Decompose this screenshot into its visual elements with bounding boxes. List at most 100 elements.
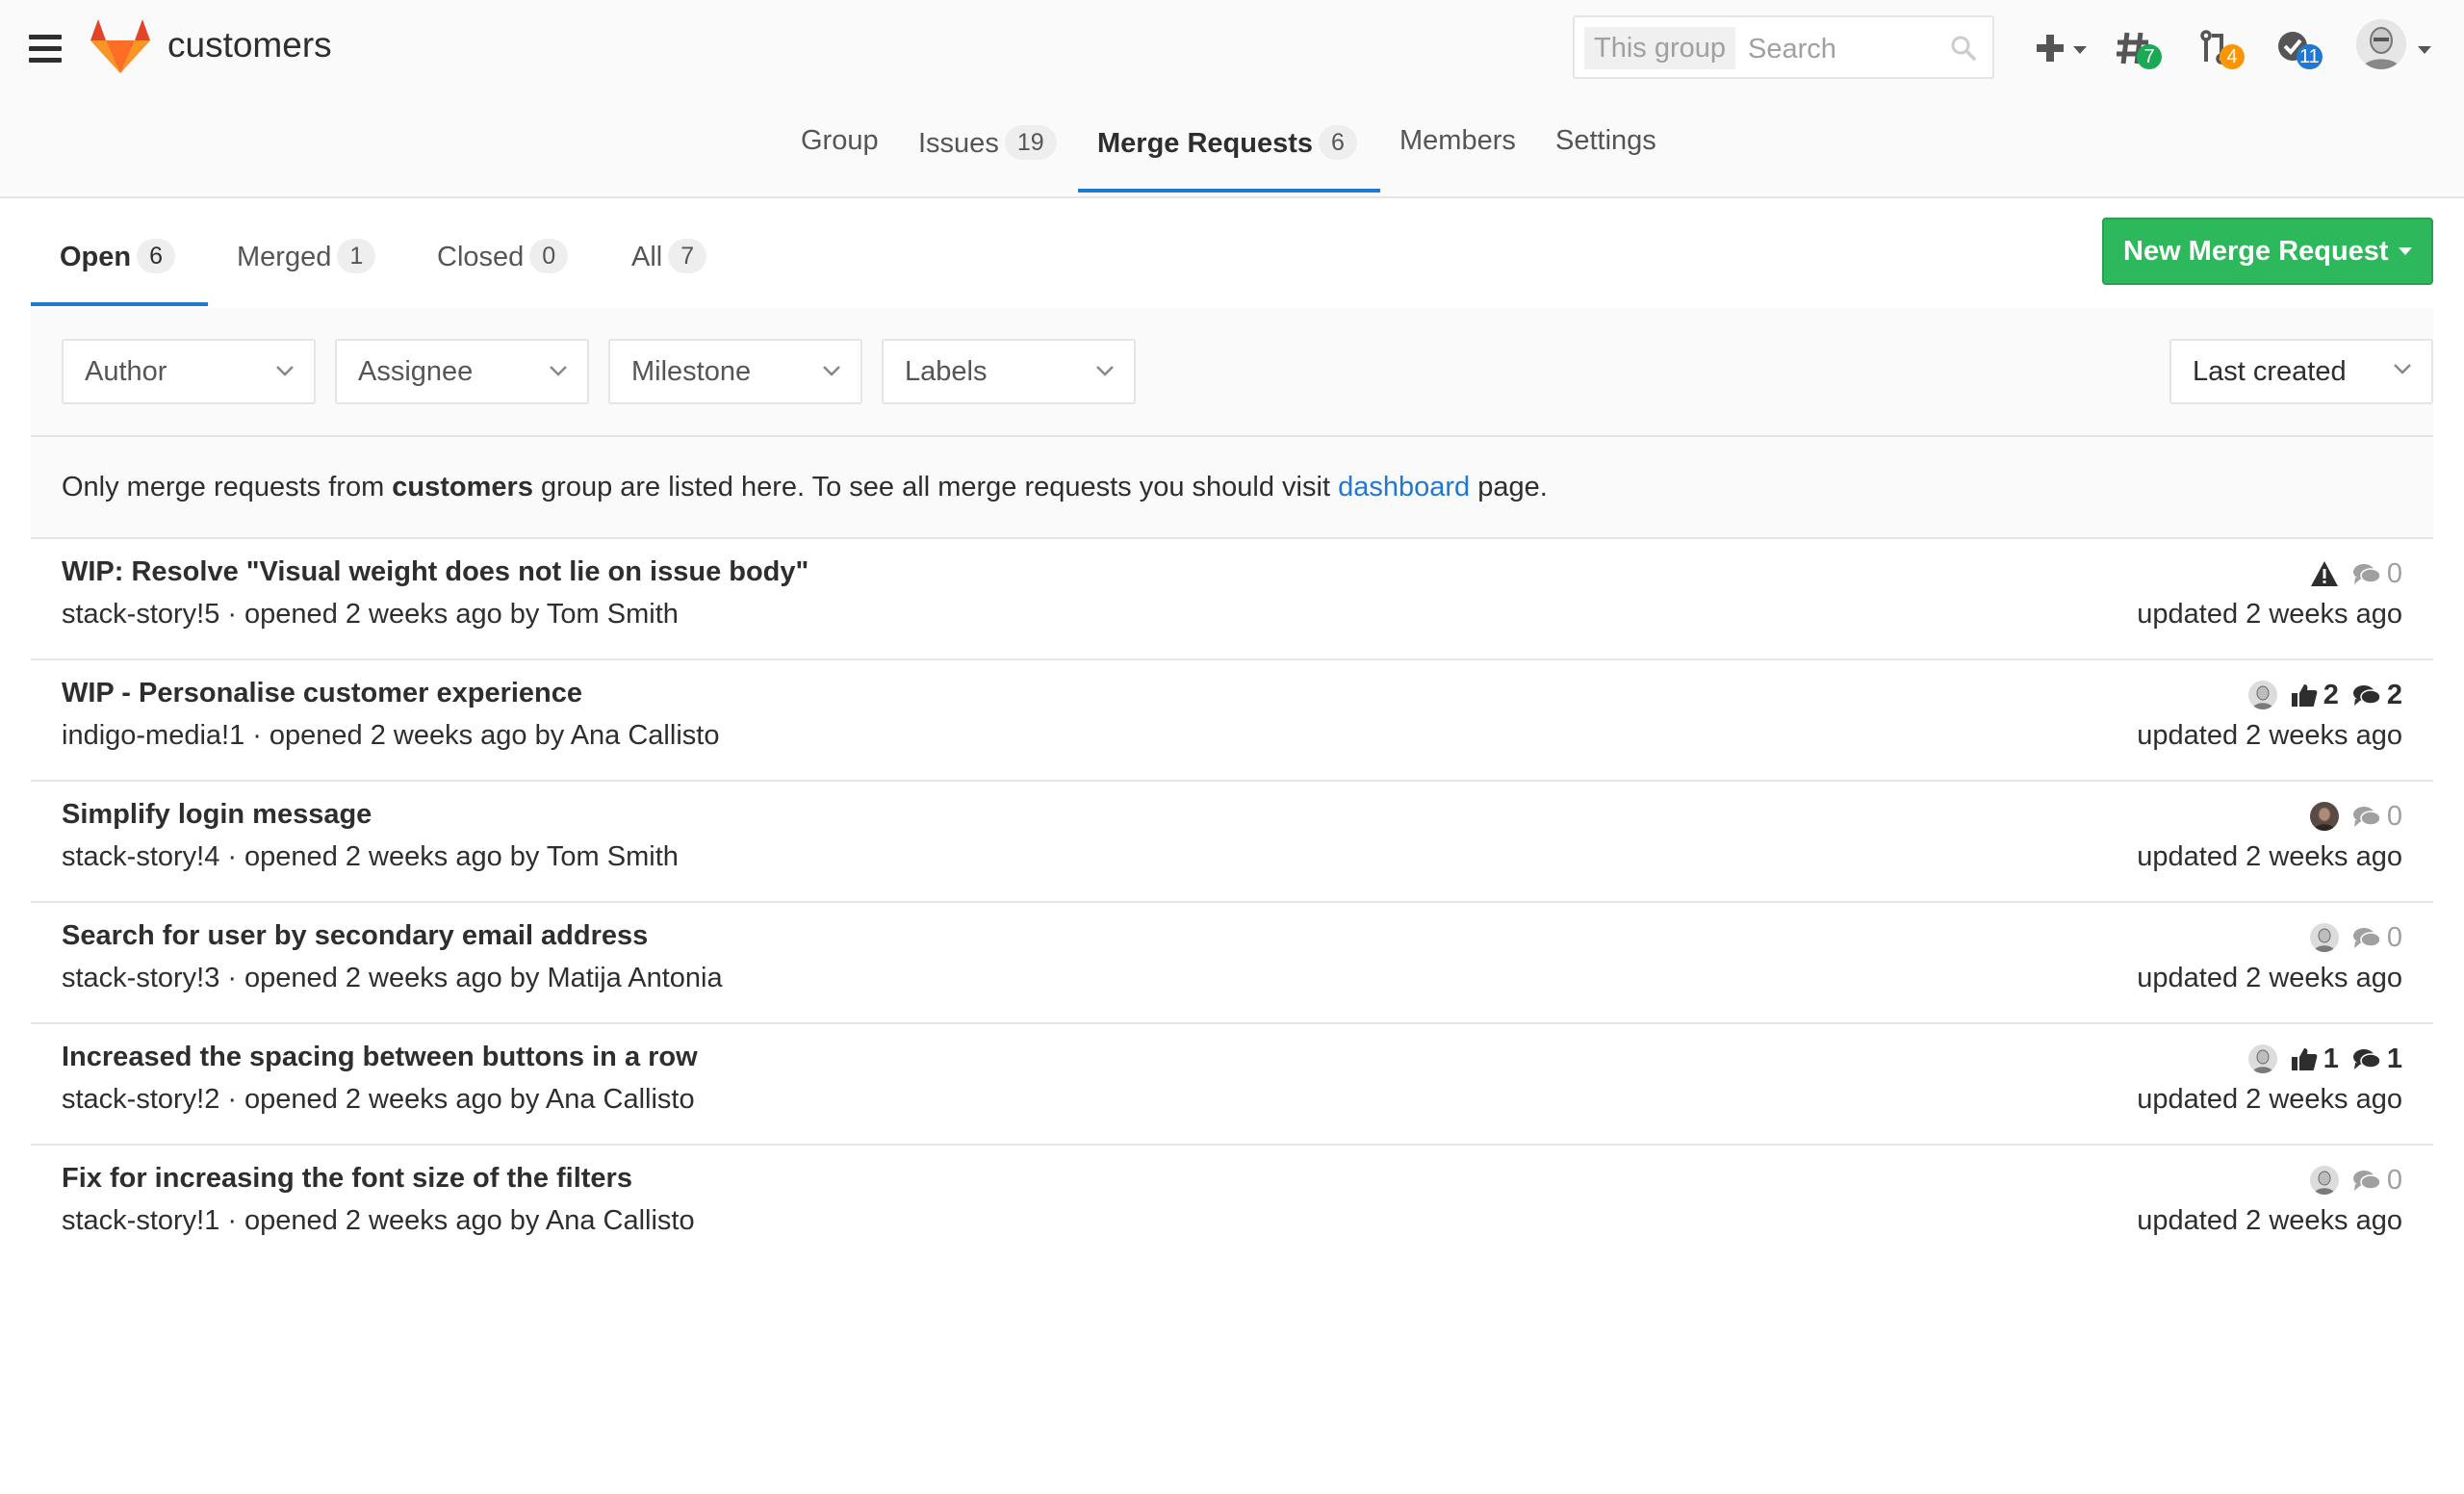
upvotes[interactable]: 1 <box>2291 1043 2339 1075</box>
todos-shortcut[interactable]: 11 <box>2275 23 2333 71</box>
merge-request-updated: updated 2 weeks ago <box>2137 720 2402 751</box>
milestone-filter-dropdown[interactable]: Milestone <box>608 339 862 404</box>
merge-request-updated: updated 2 weeks ago <box>2137 963 2402 993</box>
comments-icon <box>2352 564 2381 584</box>
comments-icon <box>2352 685 2381 706</box>
open-count: 6 <box>137 239 176 273</box>
comments[interactable]: 0 <box>2352 801 2402 833</box>
upvotes[interactable]: 2 <box>2291 680 2339 711</box>
search-icon <box>1951 36 1976 61</box>
issues-shortcut[interactable]: 7 <box>2116 23 2164 71</box>
merge-request-opened: opened 2 weeks ago by Matija Antonia <box>244 963 723 993</box>
merge-request-row[interactable]: WIP - Personalise customer experience in… <box>31 660 2433 782</box>
search-input[interactable] <box>1746 27 1942 71</box>
nav-merge-requests[interactable]: Merge Requests 6 <box>1097 125 1357 194</box>
assignee-avatar[interactable] <box>2309 802 2339 831</box>
merge-request-ref[interactable]: stack-story!2 <box>62 1084 219 1115</box>
dashboard-link[interactable]: dashboard <box>1338 472 1470 502</box>
chevron-down-icon <box>2394 364 2411 374</box>
comments[interactable]: 0 <box>2352 1165 2402 1197</box>
comments[interactable]: 0 <box>2352 558 2402 590</box>
new-dropdown-button[interactable] <box>2035 23 2089 71</box>
search-box[interactable]: This group <box>1573 15 1994 79</box>
group-name[interactable]: customers <box>167 25 332 65</box>
chevron-down-icon <box>2418 46 2431 54</box>
nav-members[interactable]: Members <box>1399 125 1516 194</box>
tab-all[interactable]: All 7 <box>631 239 707 273</box>
nav-group[interactable]: Group <box>801 125 879 194</box>
merge-request-opened: opened 2 weeks ago by Ana Callisto <box>244 1205 695 1236</box>
merge-request-title[interactable]: Fix for increasing the font size of the … <box>62 1163 632 1195</box>
merge-request-ref[interactable]: stack-story!1 <box>62 1205 219 1236</box>
merge-request-ref[interactable]: indigo-media!1 <box>62 720 244 751</box>
merge-request-ref[interactable]: stack-story!4 <box>62 841 219 872</box>
merge-request-stats: 11 <box>2247 1042 2402 1076</box>
author-filter-dropdown[interactable]: Author <box>62 339 316 404</box>
merge-request-updated: updated 2 weeks ago <box>2137 1205 2402 1236</box>
tab-closed[interactable]: Closed 0 <box>437 239 569 273</box>
sort-dropdown[interactable]: Last created <box>2169 339 2433 404</box>
merge-request-title[interactable]: Search for user by secondary email addre… <box>62 920 648 952</box>
merge-request-title[interactable]: Increased the spacing between buttons in… <box>62 1042 698 1073</box>
chevron-down-icon <box>550 366 567 376</box>
merge-request-title[interactable]: Simplify login message <box>62 799 372 831</box>
merge-request-stats: 0 <box>2310 556 2402 591</box>
merge-request-ref[interactable]: stack-story!3 <box>62 963 219 993</box>
assignee-avatar[interactable] <box>2247 1044 2277 1073</box>
thumbs-up-icon <box>2291 1048 2318 1070</box>
nav-issues[interactable]: Issues 19 <box>918 125 1057 194</box>
closed-count: 0 <box>529 239 569 273</box>
comments-icon <box>2352 928 2381 948</box>
merge-request-opened: opened 2 weeks ago by Ana Callisto <box>269 720 720 751</box>
notice-group-name: customers <box>392 472 533 502</box>
comments[interactable]: 0 <box>2352 922 2402 954</box>
assignee-avatar[interactable] <box>2247 681 2277 709</box>
merge-request-meta: indigo-media!1 · opened 2 weeks ago by Ana… <box>62 720 720 751</box>
comments[interactable]: 1 <box>2352 1043 2402 1075</box>
comments-icon <box>2352 1171 2381 1191</box>
group-nav: Group Issues 19 Merge Requests 6 Members S… <box>0 112 2464 194</box>
search-scope[interactable]: This group <box>1584 27 1736 69</box>
nav-settings[interactable]: Settings <box>1555 125 1656 194</box>
plus-icon <box>2037 35 2064 62</box>
issues-count: 19 <box>1004 125 1057 160</box>
gitlab-logo[interactable] <box>90 19 150 73</box>
merge-request-title[interactable]: WIP - Personalise customer experience <box>62 678 582 709</box>
merged-count: 1 <box>337 239 376 273</box>
user-menu[interactable] <box>2356 19 2435 69</box>
user-avatar <box>2356 19 2406 69</box>
merge-request-row[interactable]: WIP: Resolve "Visual weight does not lie… <box>31 539 2433 660</box>
issues-count-badge: 7 <box>2137 44 2162 69</box>
filter-bar: Author Assignee Milestone Labels Last cr… <box>31 308 2433 437</box>
state-tabs: Open 6 Merged 1 Closed 0 All 7 <box>31 196 2433 310</box>
new-merge-request-button[interactable]: New Merge Request <box>2102 218 2433 285</box>
tab-open[interactable]: Open 6 <box>60 239 176 273</box>
merge-request-title[interactable]: WIP: Resolve "Visual weight does not lie… <box>62 556 808 588</box>
labels-filter-dropdown[interactable]: Labels <box>882 339 1136 404</box>
hamburger-menu-icon[interactable] <box>29 35 62 64</box>
merge-request-meta: stack-story!2 · opened 2 weeks ago by Ana … <box>62 1084 695 1115</box>
merge-request-ref[interactable]: stack-story!5 <box>62 599 219 630</box>
merge-request-row[interactable]: Simplify login message stack-story!4 · ope… <box>31 782 2433 903</box>
merge-request-stats: 22 <box>2247 678 2402 712</box>
top-bar: customers This group 7 4 <box>0 0 2464 198</box>
merge-request-meta: stack-story!1 · opened 2 weeks ago by Ana … <box>62 1205 695 1236</box>
merge-request-row[interactable]: Increased the spacing between buttons in… <box>31 1024 2433 1146</box>
tab-merged[interactable]: Merged 1 <box>237 239 376 273</box>
merge-request-meta: stack-story!5 · opened 2 weeks ago by Tom … <box>62 599 679 630</box>
assignee-avatar[interactable] <box>2309 923 2339 952</box>
group-notice: Only merge requests from customers group… <box>31 437 2433 539</box>
assignee-avatar[interactable] <box>2309 1166 2339 1195</box>
merge-request-updated: updated 2 weeks ago <box>2137 841 2402 872</box>
merge-requests-shortcut[interactable]: 4 <box>2198 23 2246 71</box>
merge-request-opened: opened 2 weeks ago by Tom Smith <box>244 841 679 872</box>
comments[interactable]: 2 <box>2352 680 2402 711</box>
merge-request-list: WIP: Resolve "Visual weight does not lie… <box>31 539 2433 1265</box>
merge-request-opened: opened 2 weeks ago by Ana Callisto <box>244 1084 695 1115</box>
merge-request-row[interactable]: Fix for increasing the font size of the … <box>31 1146 2433 1265</box>
active-nav-indicator <box>1078 189 1380 193</box>
merge-request-row[interactable]: Search for user by secondary email addre… <box>31 903 2433 1024</box>
comments-icon <box>2352 1049 2381 1069</box>
assignee-filter-dropdown[interactable]: Assignee <box>335 339 589 404</box>
mr-count-badge: 4 <box>2220 44 2245 69</box>
